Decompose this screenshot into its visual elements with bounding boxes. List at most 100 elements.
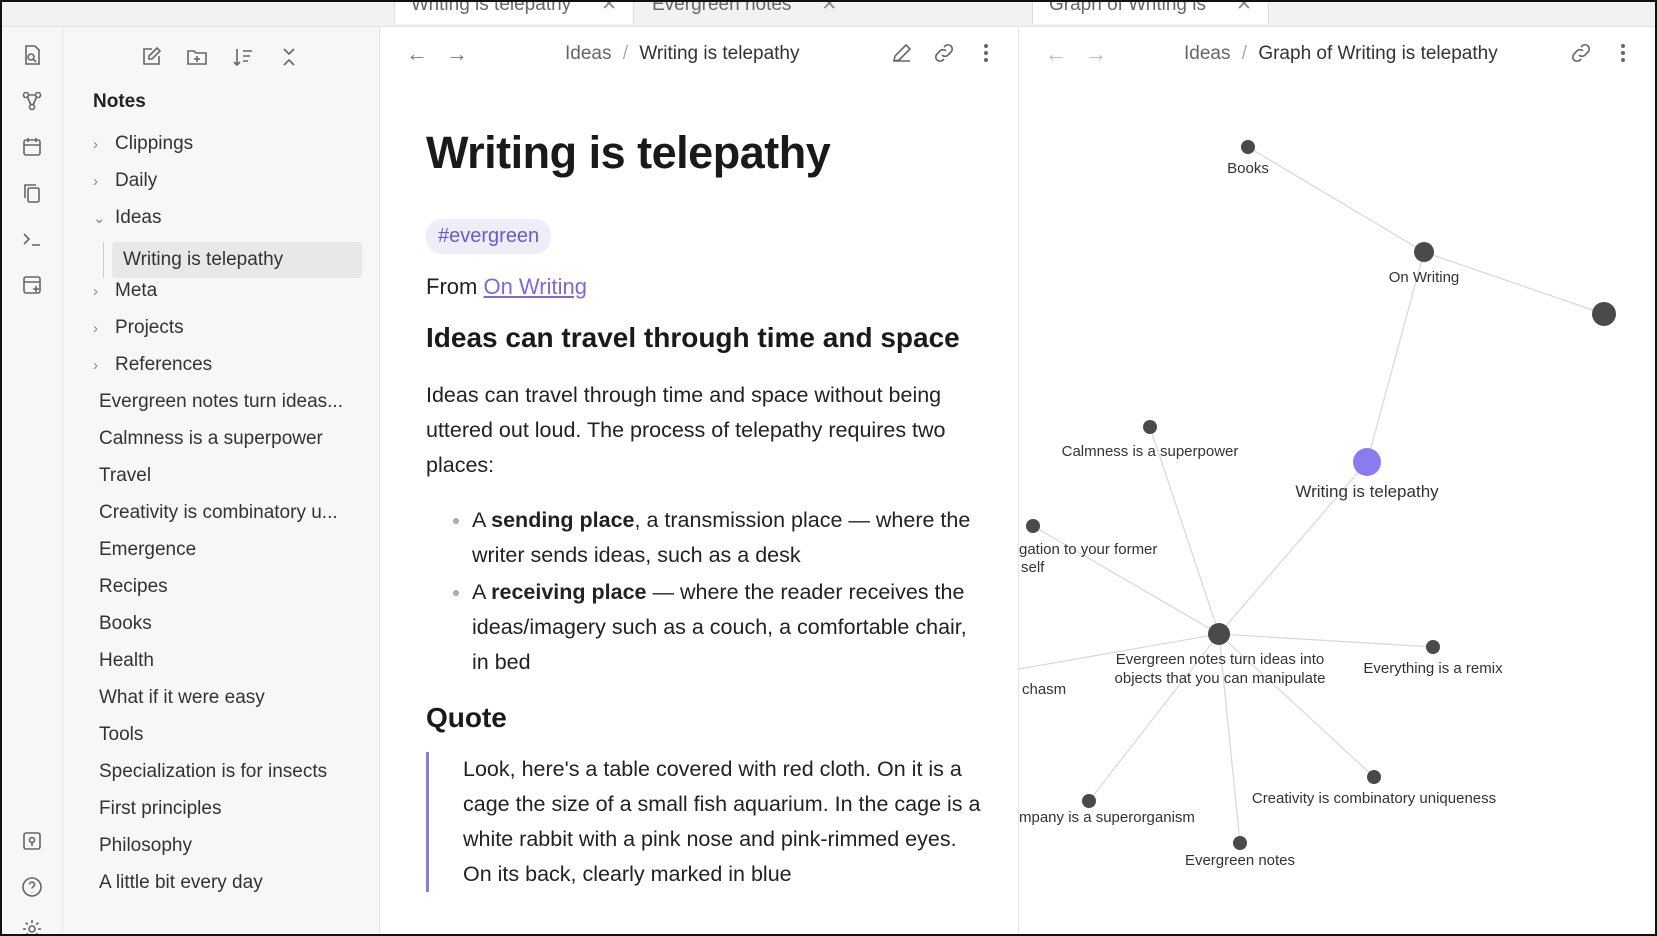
new-canvas-icon[interactable]: [20, 273, 44, 297]
sort-icon[interactable]: [231, 45, 255, 74]
graph-navbar: ←→ Ideas / Graph of Writing is telepathy: [1019, 27, 1655, 81]
help-icon[interactable]: [20, 875, 44, 899]
on-writing-link[interactable]: On Writing: [483, 274, 587, 299]
tab-evergreen-notes[interactable]: Evergreen notes ✕: [652, 2, 837, 24]
settings-gear-icon[interactable]: [20, 917, 44, 934]
breadcrumb: Ideas / Writing is telepathy: [565, 43, 800, 65]
graph-label-chasm: chasm: [1022, 681, 1066, 698]
file-item[interactable]: Health: [99, 644, 154, 678]
back-arrow-icon[interactable]: ←: [1045, 41, 1085, 66]
file-item[interactable]: Books: [99, 607, 152, 641]
close-icon[interactable]: ✕: [1236, 2, 1252, 15]
bullet-prefix: A: [472, 580, 492, 604]
graph-node-creativity[interactable]: [1367, 770, 1381, 784]
graph-label-evergreen-notes: Evergreen notes: [1185, 852, 1295, 869]
graph-node-former-self[interactable]: [1026, 519, 1040, 533]
graph-view-icon[interactable]: [20, 89, 44, 113]
tab-graph[interactable]: Graph of Writing is ✕: [1032, 2, 1269, 24]
file-item[interactable]: Emergence: [99, 533, 196, 567]
breadcrumb: Ideas / Graph of Writing is telepathy: [1184, 43, 1498, 65]
forward-arrow-icon[interactable]: →: [1085, 41, 1125, 66]
graph-node-writing-is-telepathy[interactable]: [1353, 448, 1381, 476]
bullet-prefix: A: [472, 508, 492, 532]
file-item[interactable]: Calmness is a superpower: [99, 422, 323, 456]
vault-icon[interactable]: [20, 829, 44, 853]
file-item[interactable]: Tools: [99, 718, 143, 752]
tab-label: Writing is telepathy: [411, 2, 572, 15]
chevron-right-icon: ›: [93, 320, 98, 337]
graph-canvas[interactable]: Books On Writing Calmness is a superpowe…: [1019, 81, 1657, 936]
chevron-right-icon: ›: [93, 136, 98, 153]
file-item[interactable]: Creativity is combinatory u...: [99, 496, 338, 530]
close-icon[interactable]: ✕: [821, 2, 837, 15]
folder-ideas[interactable]: ⌄ Ideas: [93, 201, 161, 235]
edit-pencil-icon[interactable]: [890, 41, 914, 70]
file-item[interactable]: What if it were easy: [99, 681, 265, 715]
folder-clippings[interactable]: › Clippings: [93, 127, 193, 161]
graph-node-everything-is-a-remix[interactable]: [1426, 640, 1440, 654]
more-options-icon[interactable]: [974, 41, 998, 70]
folder-label: References: [115, 354, 213, 375]
bullet-bold: sending place: [491, 508, 635, 532]
back-arrow-icon[interactable]: ←: [406, 41, 446, 66]
folder-label: Ideas: [115, 207, 162, 228]
close-icon[interactable]: ✕: [601, 2, 617, 15]
file-item[interactable]: A little bit every day: [99, 866, 263, 900]
folder-daily[interactable]: › Daily: [93, 164, 157, 198]
tab-writing-is-telepathy[interactable]: Writing is telepathy ✕: [394, 2, 635, 24]
tab-label: Graph of Writing is: [1049, 2, 1206, 15]
folder-label: Clippings: [115, 133, 194, 154]
copy-icon[interactable]: [20, 181, 44, 205]
from-prefix: From: [426, 274, 478, 299]
breadcrumb-separator: /: [622, 43, 629, 64]
note-pane: ←→ Ideas / Writing is telepathy Writing …: [380, 27, 1019, 934]
collapse-all-icon[interactable]: [277, 45, 301, 74]
file-item[interactable]: First principles: [99, 792, 221, 826]
file-item[interactable]: Philosophy: [99, 829, 192, 863]
folder-label: Projects: [115, 317, 184, 338]
graph-node-unlabeled[interactable]: [1592, 302, 1616, 326]
blockquote: Look, here's a table covered with red cl…: [426, 752, 986, 892]
from-line: From On Writing: [426, 274, 986, 300]
graph-node-on-writing[interactable]: [1414, 242, 1434, 262]
tree-indent-guide: [103, 242, 104, 278]
forward-arrow-icon[interactable]: →: [446, 41, 486, 66]
places-list: A sending place, a transmission place — …: [426, 503, 986, 680]
breadcrumb-current[interactable]: Writing is telepathy: [639, 43, 799, 64]
nav-arrows: ←→: [406, 41, 486, 67]
graph-node-calmness[interactable]: [1143, 420, 1157, 434]
graph-label-books: Books: [1227, 160, 1269, 177]
link-icon[interactable]: [1569, 41, 1593, 70]
file-writing-is-telepathy[interactable]: Writing is telepathy: [123, 243, 283, 277]
file-item[interactable]: Specialization is for insects: [99, 755, 327, 789]
note-actions: [890, 41, 998, 70]
list-item: A receiving place — where the reader rec…: [472, 575, 986, 680]
more-options-icon[interactable]: [1611, 41, 1635, 70]
calendar-icon[interactable]: [20, 135, 44, 159]
chevron-down-icon: ⌄: [93, 210, 106, 227]
file-item[interactable]: Recipes: [99, 570, 168, 604]
graph-node-books[interactable]: [1241, 140, 1255, 154]
file-item[interactable]: Travel: [99, 459, 151, 493]
link-icon[interactable]: [932, 41, 956, 70]
folder-meta[interactable]: › Meta: [93, 274, 157, 308]
graph-node-evergreen-notes[interactable]: [1233, 836, 1247, 850]
breadcrumb-parent[interactable]: Ideas: [565, 43, 611, 64]
note-navbar: ←→ Ideas / Writing is telepathy: [380, 27, 1018, 81]
switcher-icon[interactable]: [20, 43, 44, 67]
graph-node-evergreen-notes-turn-ideas[interactable]: [1208, 623, 1230, 645]
file-item[interactable]: Evergreen notes turn ideas...: [99, 385, 343, 419]
graph-node-company[interactable]: [1082, 794, 1096, 808]
breadcrumb-current[interactable]: Graph of Writing is telepathy: [1258, 43, 1497, 64]
folder-references[interactable]: › References: [93, 348, 212, 382]
graph-label-on-writing: On Writing: [1389, 269, 1460, 286]
new-folder-icon[interactable]: [185, 45, 209, 74]
terminal-icon[interactable]: [20, 227, 44, 251]
folder-projects[interactable]: › Projects: [93, 311, 184, 345]
breadcrumb-parent[interactable]: Ideas: [1184, 43, 1230, 64]
chevron-right-icon: ›: [93, 357, 98, 374]
chevron-right-icon: ›: [93, 283, 98, 300]
tag-evergreen[interactable]: #evergreen: [426, 219, 552, 254]
graph-label-evergreen-2: objects that you can manipulate: [1115, 670, 1326, 687]
new-note-icon[interactable]: [139, 45, 163, 74]
